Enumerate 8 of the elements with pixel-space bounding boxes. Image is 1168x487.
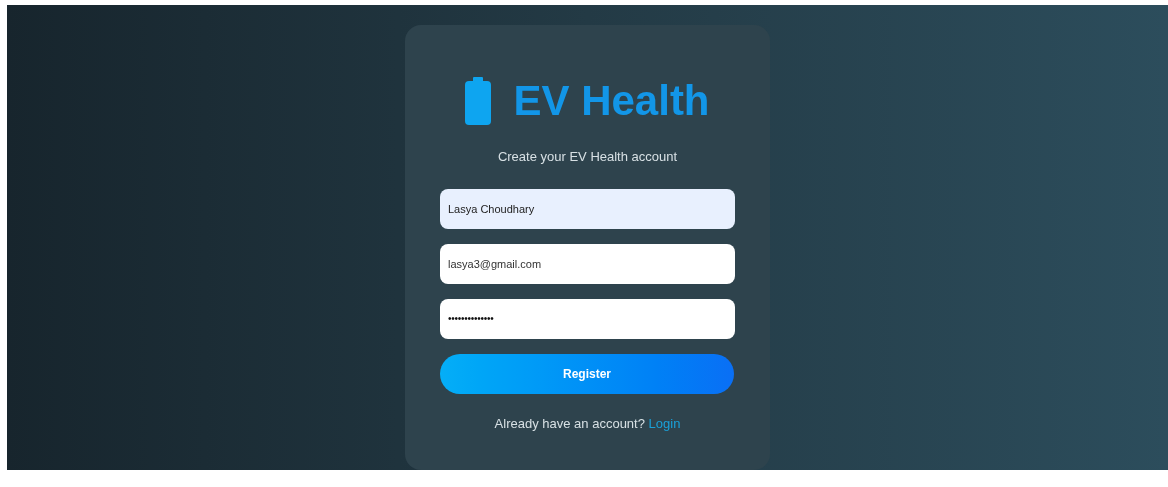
battery-icon [465,77,492,125]
email-field[interactable]: lasya3@gmail.com [440,243,735,284]
subtitle: Create your EV Health account [497,148,678,166]
login-link[interactable]: Login [648,415,681,431]
password-field[interactable]: •••••••••••••• [440,298,735,339]
login-prompt: Already have an account? [494,415,645,431]
name-field[interactable]: Lasya Choudhary [440,188,735,229]
app-title: EV Health [513,80,710,122]
